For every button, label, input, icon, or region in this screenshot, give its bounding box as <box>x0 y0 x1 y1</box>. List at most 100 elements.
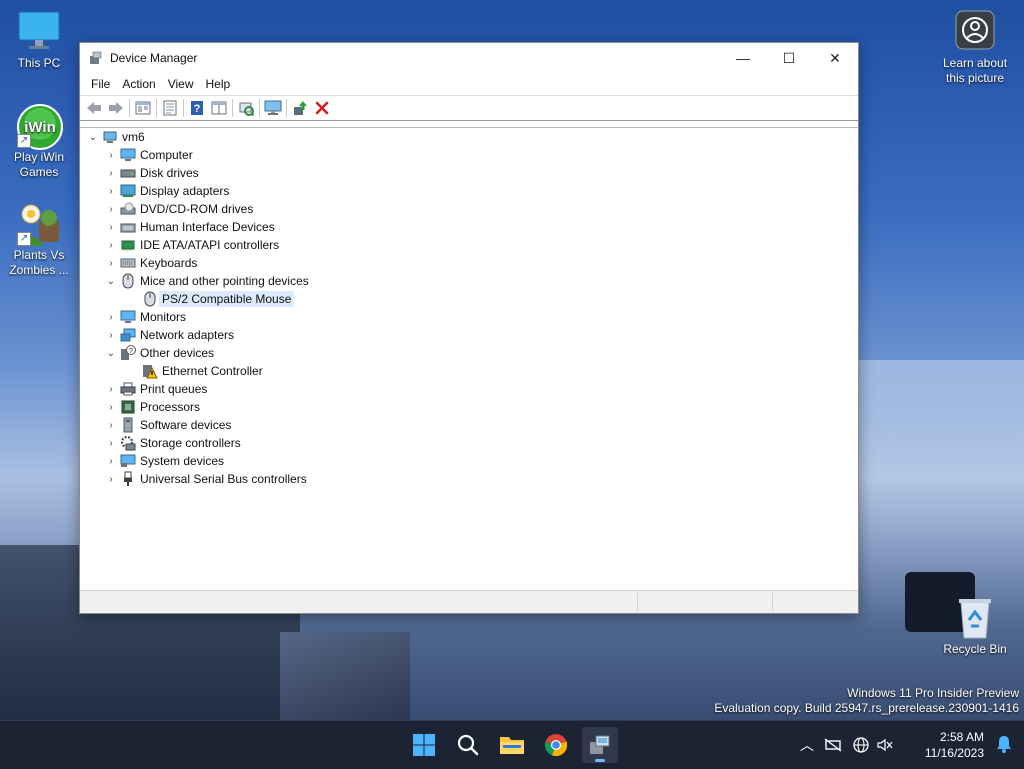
chevron-right-icon[interactable]: › <box>104 416 118 434</box>
desktop-icon-this-pc[interactable]: This PC <box>1 10 77 71</box>
chevron-right-icon[interactable]: › <box>104 146 118 164</box>
device-manager-taskbar-button[interactable] <box>582 727 618 763</box>
help-button[interactable]: ? <box>186 98 208 118</box>
chevron-right-icon[interactable]: › <box>104 326 118 344</box>
tree-node-keyboards[interactable]: › Keyboards <box>104 254 197 272</box>
show-devices-button[interactable] <box>262 98 284 118</box>
tree-root-node[interactable]: ⌄ vm6 <box>86 128 145 146</box>
menu-file[interactable]: File <box>85 77 116 91</box>
hid-icon <box>120 219 136 235</box>
menu-view[interactable]: View <box>162 77 200 91</box>
taskbar: ︿ 2:58 AM 11/16/2023 <box>0 720 1024 769</box>
uninstall-icon <box>315 101 329 115</box>
update-driver-button[interactable] <box>289 98 311 118</box>
tree-node-network-adapters[interactable]: › Network adapters <box>104 326 234 344</box>
printer-icon <box>120 381 136 397</box>
device-manager-window: Device Manager — ☐ ✕ File Action View He… <box>79 42 859 614</box>
start-button[interactable] <box>406 727 442 763</box>
tree-node-display-adapters[interactable]: › Display adapters <box>104 182 229 200</box>
tree-node-processors[interactable]: › Processors <box>104 398 200 416</box>
desktop-icon-play-iwin[interactable]: iWin ↗ Play iWin Games <box>1 104 77 180</box>
minimize-button[interactable]: — <box>720 43 766 73</box>
forward-button[interactable] <box>105 98 127 118</box>
evaluation-watermark: Windows 11 Pro Insider Preview Evaluatio… <box>714 686 1019 716</box>
notifications-bell-icon[interactable] <box>996 735 1012 756</box>
search-button[interactable] <box>450 727 486 763</box>
chevron-right-icon[interactable]: › <box>104 182 118 200</box>
plants-vs-zombies-icon: ↗ <box>17 202 61 246</box>
device-tree: ⌄ vm6 › Computer › Disk drives › Display… <box>80 127 858 591</box>
volume-muted-icon[interactable] <box>874 738 896 752</box>
title-bar[interactable]: Device Manager — ☐ ✕ <box>80 43 858 73</box>
chevron-right-icon[interactable]: › <box>104 434 118 452</box>
taskbar-clock[interactable]: 2:58 AM 11/16/2023 <box>925 729 984 761</box>
tree-node-monitors[interactable]: › Monitors <box>104 308 186 326</box>
tree-node-disk-drives[interactable]: › Disk drives <box>104 164 198 182</box>
status-divider <box>772 593 773 611</box>
uninstall-device-button[interactable] <box>311 98 333 118</box>
chevron-down-icon[interactable]: ⌄ <box>86 128 100 146</box>
tree-node-label: Ethernet Controller <box>162 364 263 378</box>
device-manager-app-icon <box>90 51 102 64</box>
toolbar-separator <box>232 99 233 117</box>
tree-node-label: Display adapters <box>140 184 230 198</box>
desktop-icon-learn-about-picture[interactable]: Learn about this picture <box>937 10 1013 86</box>
tree-node-ethernet-controller[interactable]: Ethernet Controller <box>126 362 263 380</box>
tree-node-ps2-compatible-mouse[interactable]: PS/2 Compatible Mouse <box>126 290 295 308</box>
network-adapter-icon <box>120 327 136 343</box>
file-explorer-button[interactable] <box>494 727 530 763</box>
toolbar-separator <box>286 99 287 117</box>
tree-root-label: vm6 <box>122 130 145 144</box>
chevron-down-icon[interactable]: ⌄ <box>104 344 118 362</box>
tree-node-system-devices[interactable]: › System devices <box>104 452 224 470</box>
chevron-right-icon[interactable]: › <box>104 452 118 470</box>
chevron-right-icon[interactable]: › <box>104 254 118 272</box>
warning-device-icon <box>142 363 158 379</box>
recycle-bin-icon <box>953 596 997 640</box>
tree-node-computer[interactable]: › Computer <box>104 146 192 164</box>
back-button[interactable] <box>83 98 105 118</box>
globe-network-icon[interactable] <box>848 737 874 753</box>
storage-controller-icon <box>120 435 136 451</box>
tree-node-human-interface-devices[interactable]: › Human Interface Devices <box>104 218 274 236</box>
list-view-icon <box>163 100 177 116</box>
tree-node-ide-ata-atapi-controllers[interactable]: › IDE ATA/ATAPI controllers <box>104 236 279 254</box>
menu-action[interactable]: Action <box>116 77 161 91</box>
chevron-down-icon[interactable]: ⌄ <box>104 272 118 290</box>
desktop-icon-label: This PC <box>17 56 61 70</box>
tree-node-label: Mice and other pointing devices <box>140 274 309 288</box>
action-pane-button[interactable] <box>208 98 230 118</box>
properties-button[interactable] <box>159 98 181 118</box>
chevron-right-icon[interactable]: › <box>104 200 118 218</box>
chevron-right-icon[interactable]: › <box>104 398 118 416</box>
tree-node-other-devices[interactable]: ⌄ ? Other devices <box>104 344 214 362</box>
chevron-right-icon[interactable]: › <box>104 308 118 326</box>
chrome-button[interactable] <box>538 727 574 763</box>
chevron-right-icon[interactable]: › <box>104 236 118 254</box>
chevron-right-icon[interactable]: › <box>104 380 118 398</box>
tree-node-mice-and-other-pointing-devices[interactable]: ⌄ Mice and other pointing devices <box>104 272 309 290</box>
tree-node-label: IDE ATA/ATAPI controllers <box>140 238 280 252</box>
close-button[interactable]: ✕ <box>812 43 858 73</box>
iwin-icon: iWin ↗ <box>17 104 63 150</box>
tree-node-label: System devices <box>140 454 225 468</box>
maximize-button[interactable]: ☐ <box>766 43 812 73</box>
scan-hardware-button[interactable] <box>235 98 257 118</box>
chevron-right-icon[interactable]: › <box>104 164 118 182</box>
tree-node-universal-serial-bus-controllers[interactable]: › Universal Serial Bus controllers <box>104 470 307 488</box>
resources-icon <box>211 101 227 115</box>
network-disconnected-icon[interactable] <box>818 738 848 752</box>
tree-node-print-queues[interactable]: › Print queues <box>104 380 207 398</box>
tree-node-dvd-cd-rom-drives[interactable]: › DVD/CD-ROM drives <box>104 200 253 218</box>
show-hide-console-tree-button[interactable] <box>132 98 154 118</box>
tree-node-software-devices[interactable]: › Software devices <box>104 416 231 434</box>
desktop-icon-recycle-bin[interactable]: Recycle Bin <box>937 596 1013 657</box>
show-hidden-icons-chevron-up-icon[interactable]: ︿ <box>796 735 818 755</box>
menu-help[interactable]: Help <box>200 77 237 91</box>
disk-drive-icon <box>120 165 136 181</box>
tree-node-storage-controllers[interactable]: › Storage controllers <box>104 434 241 452</box>
chevron-right-icon[interactable]: › <box>104 218 118 236</box>
system-tray: ︿ <box>796 721 896 769</box>
chevron-right-icon[interactable]: › <box>104 470 118 488</box>
desktop-icon-plants-vs-zombies[interactable]: ↗ Plants Vs Zombies ... <box>1 202 77 278</box>
